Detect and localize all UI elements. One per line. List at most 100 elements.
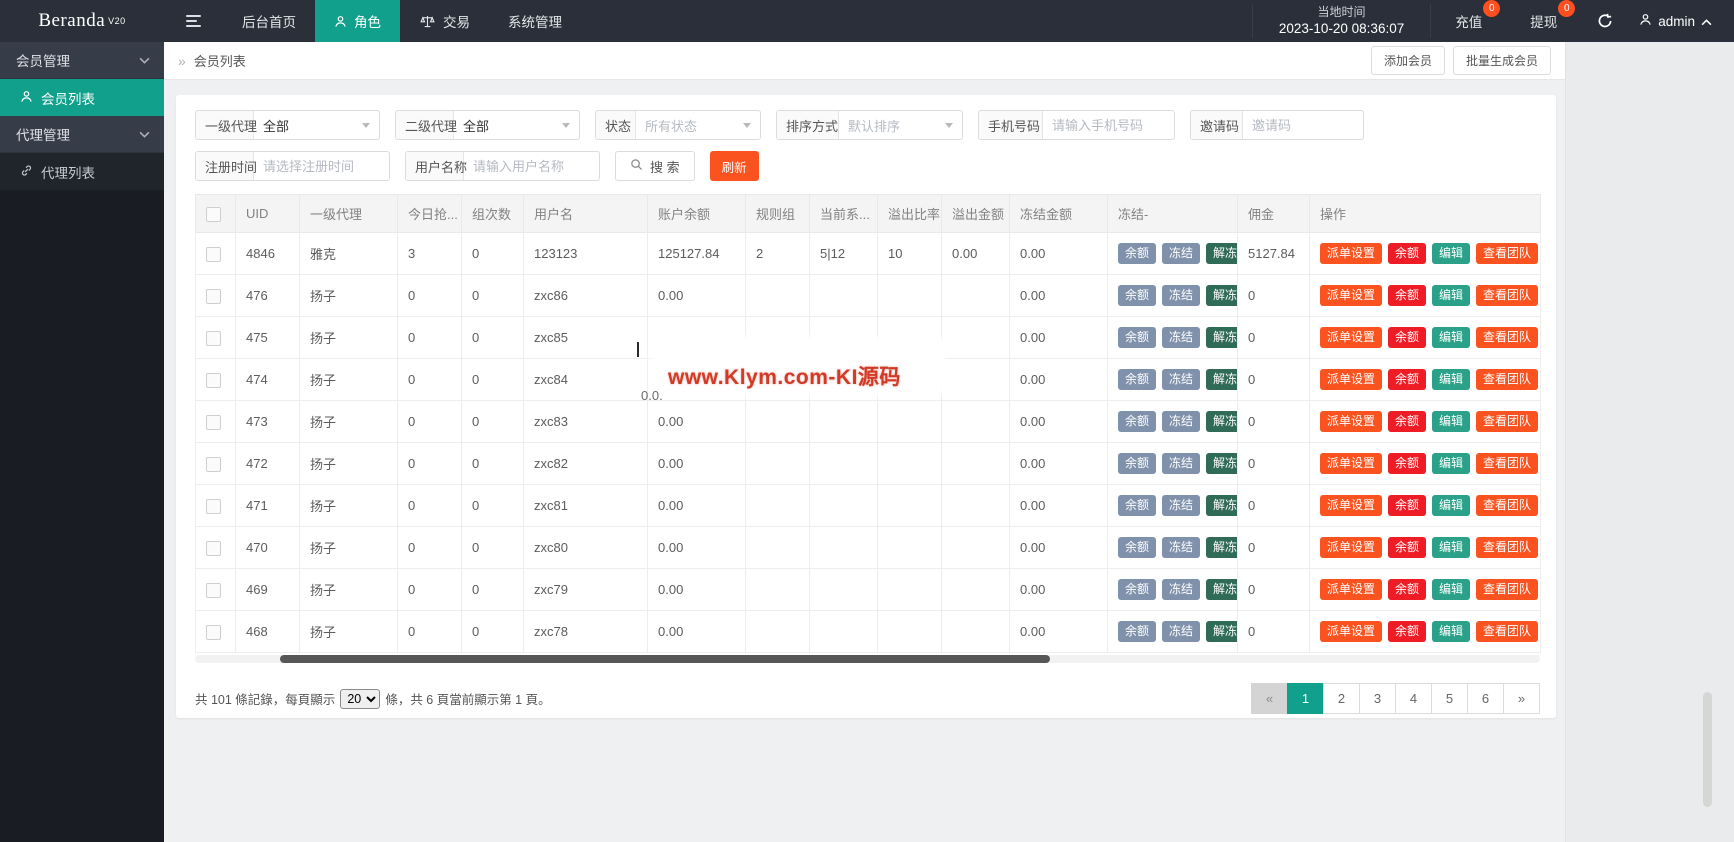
freeze-button-冻结[interactable]: 冻结 <box>1162 410 1201 433</box>
filter-select-状态[interactable]: 所有状态 <box>636 111 760 139</box>
freeze-button-解冻[interactable]: 解冻 <box>1206 620 1237 643</box>
freeze-button-冻结[interactable]: 冻结 <box>1162 326 1201 349</box>
row-checkbox[interactable] <box>206 582 221 598</box>
horizontal-scrollbar-thumb[interactable] <box>280 655 1050 663</box>
select-all-checkbox[interactable] <box>206 206 221 222</box>
freeze-button-余额[interactable]: 余额 <box>1118 368 1157 391</box>
action-button-编辑[interactable]: 编辑 <box>1432 452 1471 475</box>
sidebar-item-会员列表[interactable]: 会员列表 <box>0 79 164 116</box>
refresh-icon[interactable] <box>1581 13 1629 29</box>
action-button-编辑[interactable]: 编辑 <box>1432 410 1471 433</box>
freeze-button-余额[interactable]: 余额 <box>1118 326 1157 349</box>
freeze-button-解冻[interactable]: 解冻 <box>1206 494 1237 517</box>
filter-邀请码[interactable]: 邀请码 <box>1190 110 1364 140</box>
filter-input-field[interactable] <box>263 158 380 174</box>
filter-select-排序方式[interactable]: 默认排序 <box>839 111 962 139</box>
action-button-余额[interactable]: 余额 <box>1388 284 1427 307</box>
freeze-button-余额[interactable]: 余额 <box>1118 494 1157 517</box>
freeze-button-余额[interactable]: 余额 <box>1118 242 1157 265</box>
row-checkbox[interactable] <box>206 540 221 556</box>
pagination-prev[interactable]: « <box>1251 683 1288 714</box>
action-button-派单设置[interactable]: 派单设置 <box>1320 494 1383 517</box>
action-button-派单设置[interactable]: 派单设置 <box>1320 242 1383 265</box>
admin-menu[interactable]: admin <box>1629 13 1734 29</box>
filter-一级代理[interactable]: 一级代理 全部 <box>195 110 380 140</box>
freeze-button-解冻[interactable]: 解冻 <box>1206 242 1237 265</box>
action-button-编辑[interactable]: 编辑 <box>1432 242 1471 265</box>
filter-input-邀请码[interactable] <box>1243 111 1363 139</box>
refresh-button[interactable]: 刷新 <box>709 151 759 181</box>
action-button-查看团队[interactable]: 查看团队 <box>1476 284 1539 307</box>
action-button-编辑[interactable]: 编辑 <box>1432 326 1471 349</box>
filter-注册时间[interactable]: 注册时间 <box>195 151 390 181</box>
action-button-余额[interactable]: 余额 <box>1388 326 1427 349</box>
filter-input-field[interactable] <box>1052 117 1165 133</box>
freeze-button-解冻[interactable]: 解冻 <box>1206 368 1237 391</box>
action-button-派单设置[interactable]: 派单设置 <box>1320 284 1383 307</box>
row-checkbox[interactable] <box>206 456 221 472</box>
freeze-button-冻结[interactable]: 冻结 <box>1162 368 1201 391</box>
row-checkbox[interactable] <box>206 330 221 346</box>
action-button-查看团队[interactable]: 查看团队 <box>1476 620 1539 643</box>
action-button-余额[interactable]: 余额 <box>1388 242 1427 265</box>
sidebar-group-会员管理[interactable]: 会员管理 <box>0 42 164 79</box>
action-button-编辑[interactable]: 编辑 <box>1432 284 1471 307</box>
search-button[interactable]: 搜 索 <box>615 151 695 181</box>
action-button-余额[interactable]: 余额 <box>1388 368 1427 391</box>
freeze-button-余额[interactable]: 余额 <box>1118 578 1157 601</box>
freeze-button-解冻[interactable]: 解冻 <box>1206 578 1237 601</box>
pagination-page-1[interactable]: 1 <box>1287 683 1324 714</box>
action-button-编辑[interactable]: 编辑 <box>1432 620 1471 643</box>
filter-手机号码[interactable]: 手机号码 <box>978 110 1175 140</box>
row-checkbox[interactable] <box>206 246 221 262</box>
filter-状态[interactable]: 状态 所有状态 <box>595 110 761 140</box>
action-button-派单设置[interactable]: 派单设置 <box>1320 368 1383 391</box>
nav-item-后台首页[interactable]: 后台首页 <box>223 0 315 42</box>
action-button-派单设置[interactable]: 派单设置 <box>1320 536 1383 559</box>
pagination-page-3[interactable]: 3 <box>1359 683 1396 714</box>
filter-select-一级代理[interactable]: 全部 <box>254 111 379 139</box>
freeze-button-解冻[interactable]: 解冻 <box>1206 536 1237 559</box>
freeze-button-冻结[interactable]: 冻结 <box>1162 494 1201 517</box>
action-button-余额[interactable]: 余额 <box>1388 578 1427 601</box>
action-button-余额[interactable]: 余额 <box>1388 410 1427 433</box>
freeze-button-冻结[interactable]: 冻结 <box>1162 284 1201 307</box>
action-button-余额[interactable]: 余额 <box>1388 536 1427 559</box>
freeze-button-余额[interactable]: 余额 <box>1118 410 1157 433</box>
sidebar-group-代理管理[interactable]: 代理管理 <box>0 116 164 153</box>
action-button-派单设置[interactable]: 派单设置 <box>1320 452 1383 475</box>
action-button-查看团队[interactable]: 查看团队 <box>1476 578 1539 601</box>
action-button-查看团队[interactable]: 查看团队 <box>1476 242 1539 265</box>
action-button-编辑[interactable]: 编辑 <box>1432 578 1471 601</box>
freeze-button-冻结[interactable]: 冻结 <box>1162 242 1201 265</box>
filter-二级代理[interactable]: 二级代理 全部 <box>395 110 580 140</box>
action-button-编辑[interactable]: 编辑 <box>1432 494 1471 517</box>
freeze-button-余额[interactable]: 余额 <box>1118 536 1157 559</box>
freeze-button-解冻[interactable]: 解冻 <box>1206 410 1237 433</box>
row-checkbox[interactable] <box>206 414 221 430</box>
freeze-button-冻结[interactable]: 冻结 <box>1162 452 1201 475</box>
action-button-余额[interactable]: 余额 <box>1388 494 1427 517</box>
nav-item-系统管理[interactable]: 系统管理 <box>489 0 581 42</box>
freeze-button-余额[interactable]: 余额 <box>1118 452 1157 475</box>
nav-item-角色[interactable]: 角色 <box>315 0 400 42</box>
pagination-page-6[interactable]: 6 <box>1467 683 1504 714</box>
sidebar-toggle-icon[interactable] <box>164 0 223 42</box>
freeze-button-解冻[interactable]: 解冻 <box>1206 452 1237 475</box>
nav-item-交易[interactable]: 交易 <box>400 0 489 42</box>
action-button-查看团队[interactable]: 查看团队 <box>1476 368 1539 391</box>
freeze-button-解冻[interactable]: 解冻 <box>1206 326 1237 349</box>
withdraw-button[interactable]: 提现 0 <box>1516 0 1576 31</box>
action-button-余额[interactable]: 余额 <box>1388 620 1427 643</box>
freeze-button-解冻[interactable]: 解冻 <box>1206 284 1237 307</box>
recharge-button[interactable]: 充值 0 <box>1441 0 1501 31</box>
action-button-派单设置[interactable]: 派单设置 <box>1320 620 1383 643</box>
action-button-查看团队[interactable]: 查看团队 <box>1476 326 1539 349</box>
filter-input-手机号码[interactable] <box>1043 111 1174 139</box>
filter-排序方式[interactable]: 排序方式 默认排序 <box>776 110 963 140</box>
action-button-编辑[interactable]: 编辑 <box>1432 368 1471 391</box>
action-button-查看团队[interactable]: 查看团队 <box>1476 536 1539 559</box>
filter-用户名称[interactable]: 用户名称 <box>405 151 600 181</box>
row-checkbox[interactable] <box>206 372 221 388</box>
add-member-button[interactable]: 添加会员 <box>1370 46 1445 75</box>
